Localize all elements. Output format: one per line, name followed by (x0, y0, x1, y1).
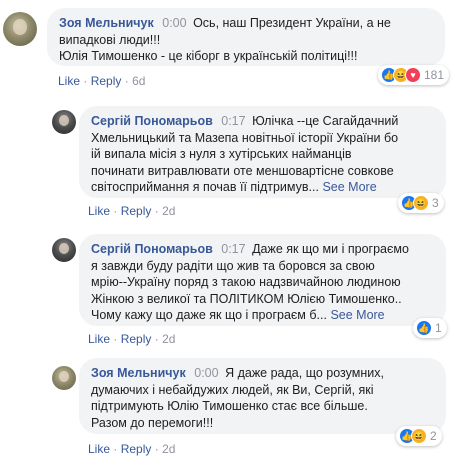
comment-bubble: Зоя Мельничук 0:00 Я даже рада, що розум… (79, 358, 446, 434)
reactions-summary[interactable]: 👍 😆 3 (398, 193, 444, 213)
comment-actions: Like · Reply · 2d (88, 332, 175, 346)
reaction-count: 2 (430, 429, 437, 443)
reaction-count: 181 (424, 68, 445, 82)
comment-actions: Like · Reply · 2d (88, 442, 175, 456)
comment-age[interactable]: 2d (162, 332, 175, 346)
separator: · (124, 74, 129, 88)
separator: · (154, 204, 159, 218)
comment-age[interactable]: 2d (162, 442, 175, 456)
comment-text: ій випала місія з нуля з хутірських найм… (91, 147, 352, 161)
comment-time: 0:17 (221, 114, 246, 128)
reply-link[interactable]: Reply (91, 74, 122, 88)
like-link[interactable]: Like (58, 74, 80, 88)
comment-text: Жінкою з великої та ПОЛІТИКОМ Юлією Тимо… (91, 291, 402, 306)
separator: · (154, 442, 159, 456)
comment-author[interactable]: Сергій Пономарьов (91, 114, 213, 128)
separator: · (113, 332, 118, 346)
comment-text: Юлічка --це Сагайдачний (252, 114, 399, 128)
like-reaction-icon: 👍 (416, 320, 432, 336)
comment-bubble: Зоя Мельничук 0:00 Ось, наш Президент Ук… (47, 8, 445, 66)
avatar[interactable] (52, 238, 76, 262)
comment-author[interactable]: Зоя Мельничук (59, 16, 154, 30)
comment-actions: Like · Reply · 2d (88, 204, 175, 218)
comment-text: Ось, наш Президент України, а не (193, 16, 391, 30)
comment-author[interactable]: Сергій Пономарьов (91, 242, 213, 256)
reactions-summary[interactable]: 👍 1 (413, 318, 447, 338)
comment-time: 0:00 (162, 16, 187, 30)
reaction-count: 1 (435, 321, 442, 335)
comment-age[interactable]: 6d (132, 74, 145, 88)
like-link[interactable]: Like (88, 442, 110, 456)
like-link[interactable]: Like (88, 204, 110, 218)
reply-link[interactable]: Reply (121, 204, 152, 218)
comment-text: думаючих і небайдужих людей, як Ви, Серг… (91, 382, 374, 397)
comment-text: Я даже рада, що розумних, (225, 366, 384, 380)
comment-author[interactable]: Зоя Мельничук (91, 366, 186, 380)
reply-link[interactable]: Reply (121, 442, 152, 456)
comment-text: випадкові люди!!! (59, 32, 161, 47)
see-more-link[interactable]: See More (330, 308, 384, 322)
comment-text: підтримують Юлію Тимошенко стає все біль… (91, 399, 368, 413)
reactions-summary[interactable]: 👍 😆 ♥ 181 (378, 65, 450, 85)
comment-text: Хмельницький та Мазепа новітньої історії… (91, 130, 399, 145)
avatar[interactable] (52, 366, 76, 390)
comment-text: Чому кажу що даже як що і програєм б... (91, 308, 327, 322)
reply-link[interactable]: Reply (121, 332, 152, 346)
comment-text: мрію--Україну поряд з такою надзвичайною… (91, 275, 401, 289)
love-reaction-icon: ♥ (405, 67, 421, 83)
comment-text: Даже як що ми і програємо (252, 242, 409, 256)
separator: · (83, 74, 88, 88)
separator: · (113, 442, 118, 456)
like-link[interactable]: Like (88, 332, 110, 346)
reaction-count: 3 (432, 196, 439, 210)
reactions-summary[interactable]: 👍 😆 2 (396, 426, 442, 446)
separator: · (154, 332, 159, 346)
comment-text: я завжди буду радіти що жив та боровся з… (91, 258, 375, 273)
comment-time: 0:17 (221, 242, 246, 256)
separator: · (113, 204, 118, 218)
comment-bubble: Сергій Пономарьов 0:17 Даже як що ми і п… (79, 234, 446, 326)
comment-text: світосприймання я почав її підтримув... (91, 180, 319, 194)
avatar[interactable] (52, 110, 76, 134)
comment-time: 0:00 (194, 366, 219, 380)
comment-bubble: Сергій Пономарьов 0:17 Юлічка --це Сагай… (79, 106, 446, 198)
avatar[interactable] (3, 12, 37, 46)
comment-text: Разом до перемоги!!! (91, 415, 214, 430)
haha-reaction-icon: 😆 (411, 428, 427, 444)
see-more-link[interactable]: See More (322, 180, 376, 194)
comment-actions: Like · Reply · 6d (58, 74, 145, 88)
haha-reaction-icon: 😆 (413, 195, 429, 211)
comment-text: Юлія Тимошенко - це кіборг в українській… (59, 49, 358, 63)
comment-text: починати витравлювати оте меншовартісне … (91, 163, 394, 178)
comment-age[interactable]: 2d (162, 204, 175, 218)
